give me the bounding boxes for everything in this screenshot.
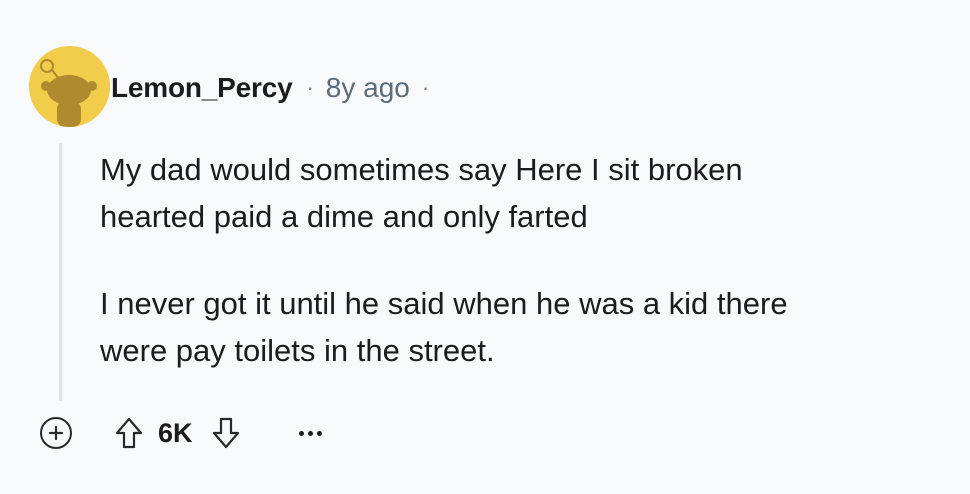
- comment-header: Lemon_Percy · 8y ago ·: [111, 68, 429, 108]
- plus-icon: [48, 425, 64, 441]
- comment-body: My dad would sometimes say Here I sit br…: [100, 146, 930, 374]
- author-avatar[interactable]: [29, 46, 110, 127]
- comment-paragraph: My dad would sometimes say Here I sit br…: [100, 152, 743, 234]
- thread-line[interactable]: [59, 143, 62, 401]
- more-options-button[interactable]: [298, 418, 322, 448]
- vote-count: 6K: [158, 417, 193, 448]
- author-username[interactable]: Lemon_Percy: [111, 72, 293, 104]
- arrow-up-icon: [115, 417, 143, 449]
- arrow-down-icon: [212, 417, 239, 449]
- meta-separator-trailing: ·: [421, 75, 430, 100]
- comment-paragraph: I never got it until he said when he was…: [100, 286, 788, 368]
- more-dot: [307, 430, 313, 436]
- comment-timestamp[interactable]: 8y ago: [326, 72, 410, 104]
- snoo-avatar-icon: [29, 46, 110, 127]
- meta-separator: ·: [306, 75, 314, 100]
- more-dot: [298, 430, 304, 436]
- more-dot: [316, 430, 322, 436]
- upvote-button[interactable]: [114, 416, 144, 450]
- comment-actions: 6K: [40, 414, 322, 452]
- expand-button[interactable]: [40, 417, 72, 449]
- downvote-button[interactable]: [211, 416, 241, 450]
